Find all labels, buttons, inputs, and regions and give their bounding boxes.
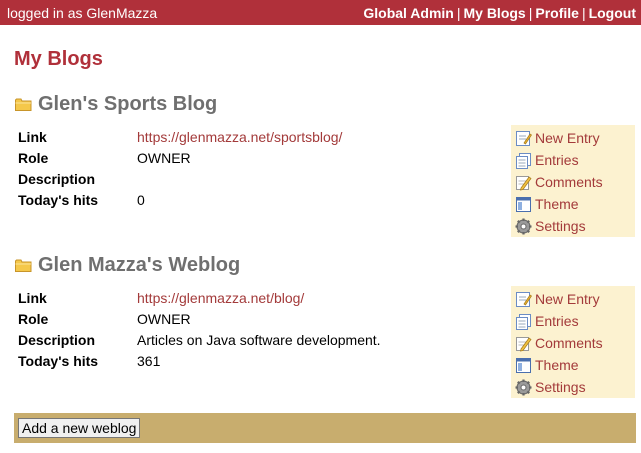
description-value: Articles on Java software development. (137, 331, 381, 348)
theme-action[interactable]: Theme (515, 354, 635, 376)
entries-action[interactable]: Entries (515, 149, 635, 171)
description-row: Description Articles on Java software de… (18, 329, 381, 350)
settings-action[interactable]: Settings (515, 376, 635, 398)
top-menu: Global Admin | My Blogs | Profile | Logout (363, 5, 636, 21)
new-entry-action[interactable]: New Entry (515, 288, 635, 310)
new-entry-link[interactable]: New Entry (535, 130, 600, 146)
blog-name: Glen's Sports Blog (38, 93, 218, 115)
theme-action[interactable]: Theme (515, 193, 635, 215)
entries-icon (515, 152, 532, 169)
blog-properties: Link https://glenmazza.net/sportsblog/ R… (18, 126, 342, 210)
description-value (137, 168, 342, 189)
theme-icon (515, 357, 532, 374)
footer-bar: Add a new weblog (14, 413, 636, 443)
comments-icon (515, 335, 532, 352)
entries-icon (515, 313, 532, 330)
comments-action[interactable]: Comments (515, 332, 635, 354)
hits-value: 361 (137, 352, 161, 369)
blog-title: Glen Mazza's Weblog (15, 254, 240, 277)
comments-icon (515, 174, 532, 191)
profile-link[interactable]: Profile (535, 5, 579, 21)
settings-icon (515, 218, 532, 235)
comments-action[interactable]: Comments (515, 171, 635, 193)
hits-value: 0 (137, 191, 145, 208)
comments-link[interactable]: Comments (535, 174, 603, 190)
theme-link[interactable]: Theme (535, 357, 579, 373)
theme-icon (515, 196, 532, 213)
link-row: Link https://glenmazza.net/sportsblog/ (18, 126, 342, 147)
hits-label: Today's hits (18, 191, 99, 208)
page-title: My Blogs (14, 48, 103, 70)
hits-row: Today's hits 361 (18, 350, 381, 371)
add-new-weblog-button[interactable]: Add a new weblog (18, 418, 141, 438)
folder-icon (15, 259, 32, 272)
blog-url-link[interactable]: https://glenmazza.net/sportsblog/ (137, 129, 342, 145)
entries-link[interactable]: Entries (535, 313, 579, 329)
link-label: Link (18, 289, 47, 306)
logout-link[interactable]: Logout (589, 5, 636, 21)
settings-link[interactable]: Settings (535, 218, 586, 234)
settings-icon (515, 379, 532, 396)
link-label: Link (18, 128, 47, 145)
comments-link[interactable]: Comments (535, 335, 603, 351)
new-entry-link[interactable]: New Entry (535, 291, 600, 307)
entries-action[interactable]: Entries (515, 310, 635, 332)
global-admin-link[interactable]: Global Admin (363, 5, 453, 21)
link-row: Link https://glenmazza.net/blog/ (18, 287, 381, 308)
menu-separator: | (581, 4, 586, 21)
settings-link[interactable]: Settings (535, 379, 586, 395)
hits-row: Today's hits 0 (18, 189, 342, 210)
blog-actions-panel: New Entry Entries Comments Theme Setting… (511, 125, 635, 237)
blog-actions-panel: New Entry Entries Comments Theme Setting… (511, 286, 635, 398)
blog-name: Glen Mazza's Weblog (38, 254, 241, 276)
role-label: Role (18, 149, 49, 166)
description-label: Description (18, 170, 96, 187)
hits-label: Today's hits (18, 352, 99, 369)
blog-title: Glen's Sports Blog (15, 93, 217, 116)
role-label: Role (18, 310, 49, 327)
blog-properties: Link https://glenmazza.net/blog/ Role OW… (18, 287, 381, 371)
role-row: Role OWNER (18, 147, 342, 168)
blog-url-link[interactable]: https://glenmazza.net/blog/ (137, 290, 304, 306)
description-row: Description (18, 168, 342, 189)
menu-separator: | (528, 4, 533, 21)
new-entry-icon (515, 130, 532, 147)
role-value: OWNER (137, 149, 191, 166)
my-blogs-link[interactable]: My Blogs (463, 5, 525, 21)
entries-link[interactable]: Entries (535, 152, 579, 168)
logged-in-status: logged in as GlenMazza (7, 4, 158, 21)
new-entry-action[interactable]: New Entry (515, 127, 635, 149)
top-bar: logged in as GlenMazza Global Admin | My B… (0, 0, 641, 25)
settings-action[interactable]: Settings (515, 215, 635, 237)
new-entry-icon (515, 291, 532, 308)
role-row: Role OWNER (18, 308, 381, 329)
description-label: Description (18, 331, 96, 348)
theme-link[interactable]: Theme (535, 196, 579, 212)
folder-icon (15, 98, 32, 111)
role-value: OWNER (137, 310, 191, 327)
